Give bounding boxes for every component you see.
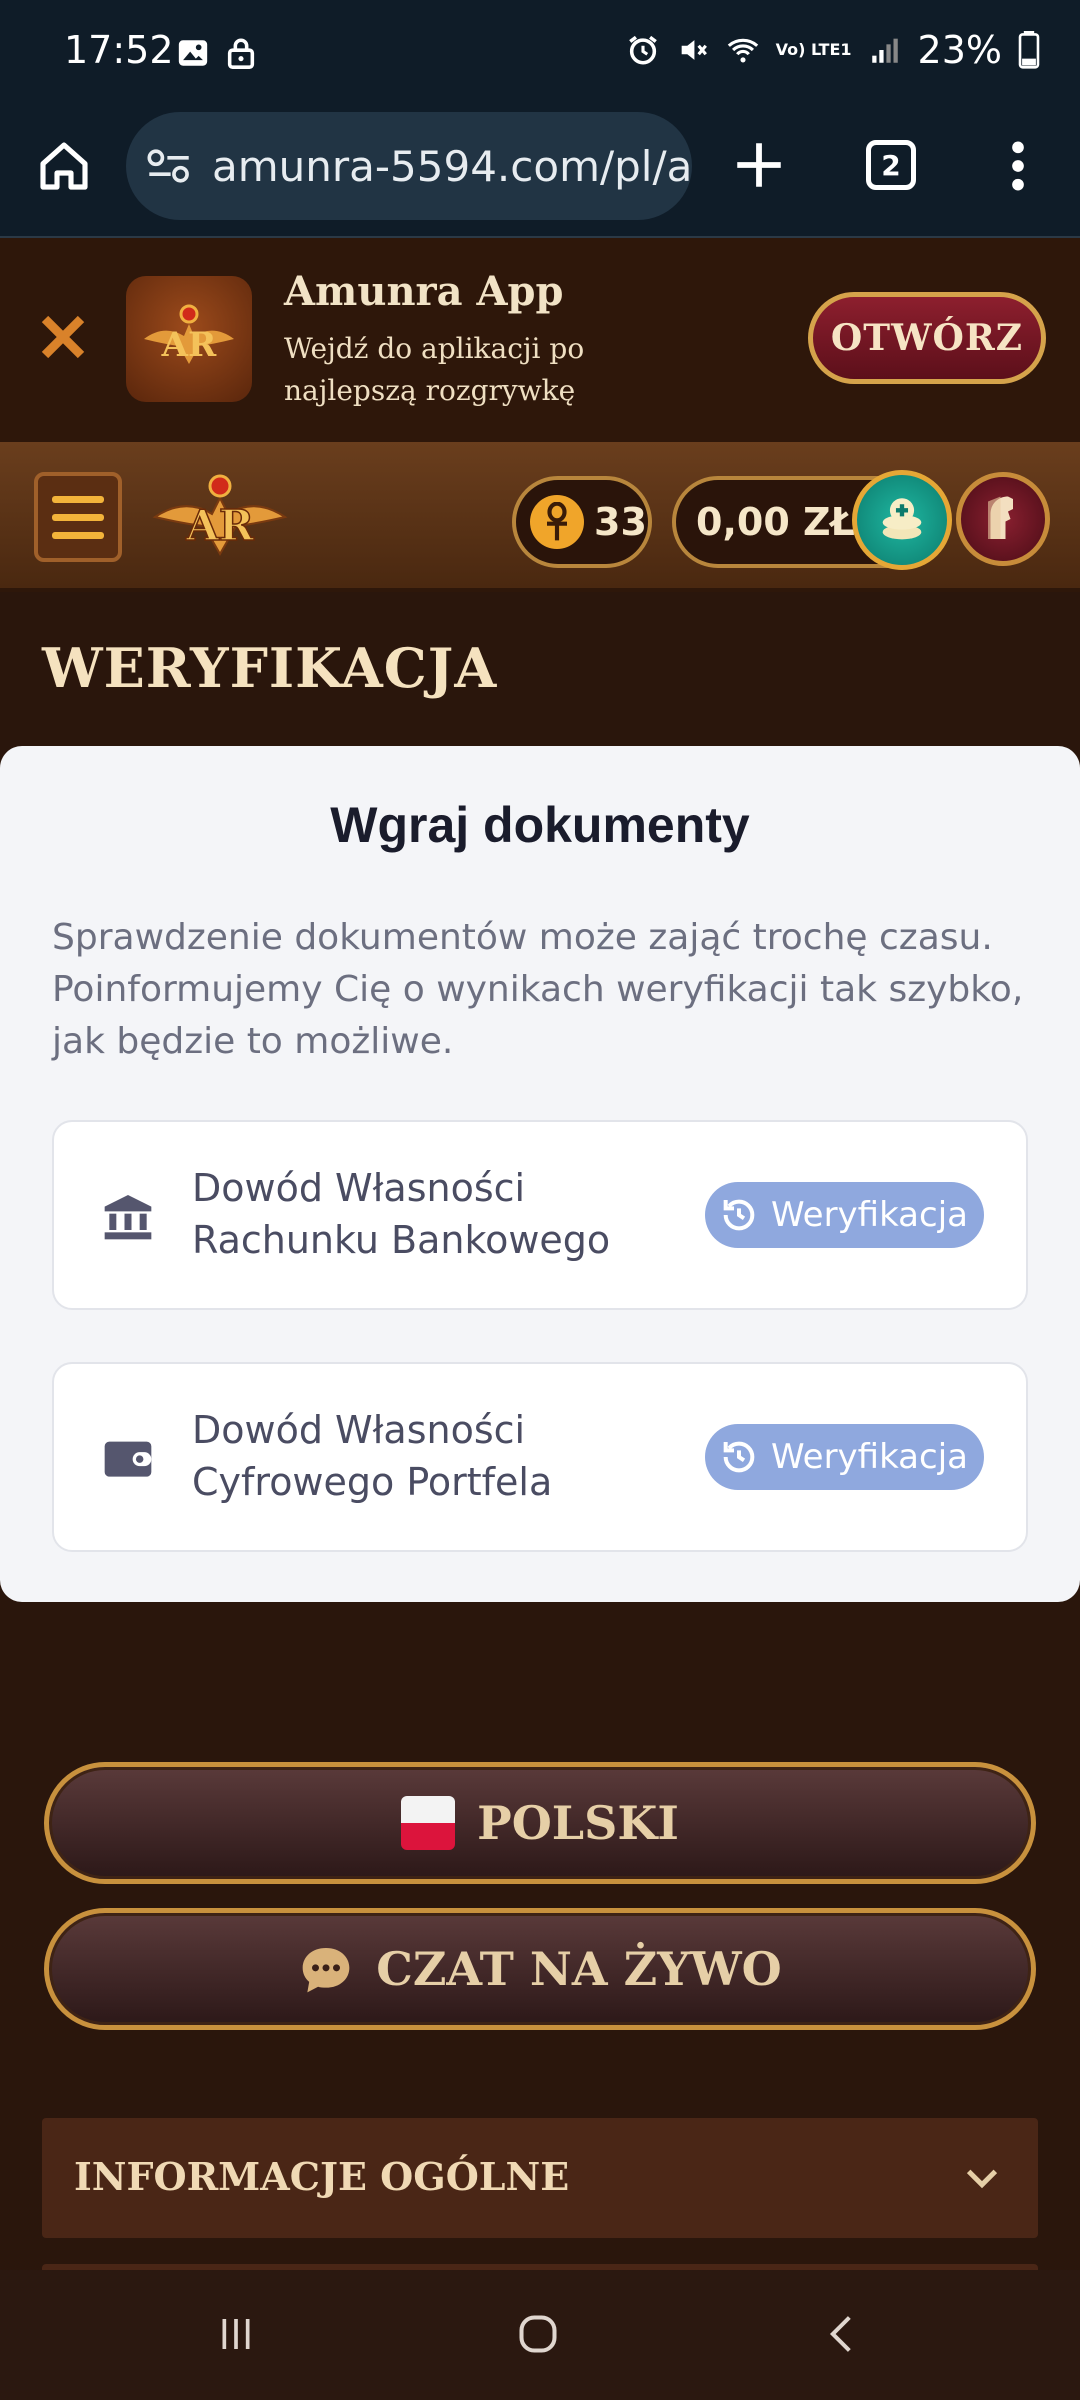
open-app-button[interactable]: OTWÓRZ: [808, 292, 1046, 384]
verification-status-badge: Weryfikacja: [705, 1182, 984, 1248]
mute-icon: [681, 40, 707, 60]
history-icon: [723, 1441, 755, 1473]
points-value: 33: [594, 500, 647, 544]
status-system-icons: Vo) LTE1 23%: [626, 28, 1040, 72]
accordion-title: INFORMACJE OGÓLNE: [74, 2154, 570, 2199]
history-icon: [723, 1199, 755, 1231]
document-label: Dowód Własności Rachunku Bankowego: [192, 1166, 611, 1262]
url-text[interactable]: amunra-5594.com/pl/a: [212, 142, 692, 191]
image-icon: [178, 40, 208, 66]
battery-icon: [1018, 31, 1040, 69]
status-time: 17:52: [64, 28, 174, 72]
language-selector-button[interactable]: POLSKI: [44, 1762, 1036, 1884]
lock-icon: [227, 38, 255, 69]
ankh-icon: [530, 495, 584, 549]
recent-apps-icon[interactable]: [214, 2314, 258, 2354]
document-label: Dowód Własności Cyfrowego Portfela: [192, 1408, 553, 1504]
upload-documents-card: Wgraj dokumenty Sprawdzenie dokumentów m…: [0, 746, 1080, 1602]
amunra-logo-icon: AR: [144, 304, 234, 365]
verification-status-text: Weryfikacja: [771, 1195, 968, 1235]
profile-avatar-icon[interactable]: [956, 472, 1050, 566]
hamburger-menu-icon[interactable]: [34, 472, 122, 562]
tab-switcher-button[interactable]: 2: [866, 140, 916, 190]
new-tab-icon[interactable]: [730, 136, 788, 194]
wallet-icon: [104, 1441, 152, 1477]
status-bar: 17:52 Vo) LTE1 23%: [0, 0, 1080, 108]
verification-status-text: Weryfikacja: [771, 1437, 968, 1477]
site-settings-icon[interactable]: [146, 146, 192, 186]
document-item-bank[interactable]: Dowód Własności Rachunku Bankowego Weryf…: [52, 1120, 1028, 1310]
network-label: Vo) LTE1: [775, 40, 852, 59]
verification-status-badge: Weryfikacja: [705, 1424, 984, 1490]
documents-title: Wgraj dokumenty: [330, 797, 750, 853]
site-header: AR 33 0,00 ZŁ: [0, 442, 1080, 592]
more-options-icon[interactable]: [1004, 138, 1032, 194]
balance-value: 0,00 ZŁ: [696, 500, 855, 544]
language-label: POLSKI: [477, 1796, 679, 1850]
app-logo: AR: [126, 276, 252, 402]
close-icon[interactable]: [36, 310, 90, 364]
poland-flag-icon: [401, 1796, 456, 1850]
live-chat-button[interactable]: CZAT NA ŻYWO: [44, 1908, 1036, 2030]
alarm-icon: [628, 35, 657, 65]
chat-label: CZAT NA ŻYWO: [376, 1942, 782, 1996]
back-icon[interactable]: [820, 2312, 864, 2356]
signal-icon: [871, 38, 898, 63]
app-install-banner: AR Amunra App Wejdź do aplikacji po najl…: [0, 238, 1080, 442]
svg-text:AR: AR: [161, 325, 217, 365]
home-icon[interactable]: [516, 2312, 560, 2356]
browser-toolbar: amunra-5594.com/pl/a 2: [0, 108, 1080, 238]
loyalty-points-badge[interactable]: 33: [512, 476, 652, 568]
chat-bubble-icon: [302, 1948, 350, 1993]
chevron-down-icon: [966, 2169, 998, 2189]
bank-icon: [104, 1195, 152, 1240]
site-logo[interactable]: AR: [150, 462, 290, 572]
documents-description: Sprawdzenie dokumentów może zająć trochę…: [52, 917, 1024, 1062]
page-title: WERYFIKACJA: [42, 636, 498, 700]
svg-text:AR: AR: [185, 501, 255, 550]
browser-home-icon[interactable]: [36, 138, 92, 194]
wifi-icon: [727, 38, 758, 63]
document-item-wallet[interactable]: Dowód Własności Cyfrowego Portfela Weryf…: [52, 1362, 1028, 1552]
system-navigation-bar: [0, 2270, 1080, 2400]
status-notification-icons: [176, 36, 258, 70]
banner-subtitle: Wejdź do aplikacji po najlepszą rozgrywk…: [284, 332, 585, 407]
battery-percent: 23%: [917, 28, 1002, 72]
deposit-coins-icon[interactable]: [852, 470, 952, 570]
banner-title: Amunra App: [284, 268, 564, 315]
address-bar[interactable]: amunra-5594.com/pl/a: [126, 112, 692, 220]
general-info-accordion[interactable]: INFORMACJE OGÓLNE: [42, 2118, 1038, 2238]
